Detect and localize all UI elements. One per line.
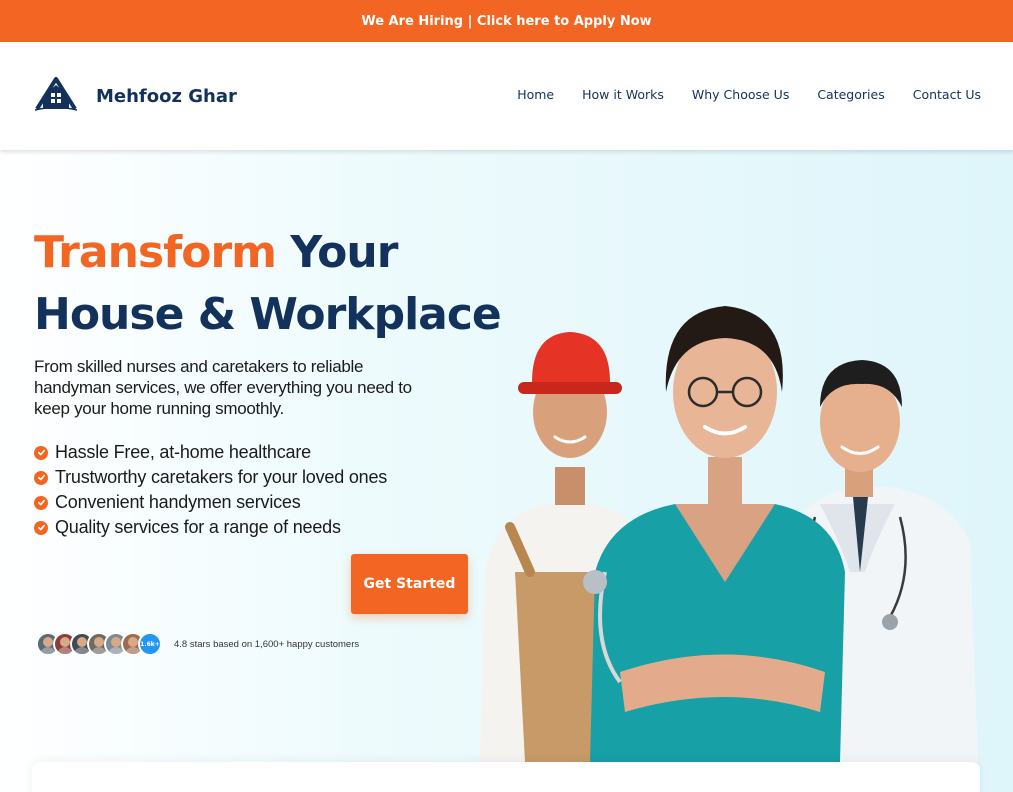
customer-count-badge: 1.6k+ [138, 632, 162, 656]
feature-text: Convenient handymen services [55, 492, 301, 512]
check-circle-icon [34, 445, 48, 460]
hero-headline: Transform Your House & Workplace [34, 222, 502, 346]
logo[interactable] [34, 76, 78, 112]
hiring-announcement-bar[interactable]: We Are Hiring | Click here to Apply Now [0, 0, 1013, 42]
hero-professionals-image [480, 306, 978, 762]
feature-item: Hassle Free, at-home healthcare [34, 440, 387, 465]
feature-text: Quality services for a range of needs [55, 517, 341, 537]
nurse-figure [583, 306, 845, 762]
feature-text: Hassle Free, at-home healthcare [55, 442, 311, 462]
feature-text: Trustworthy caretakers for your loved on… [55, 467, 388, 487]
headline-line1-rest: Your [276, 227, 398, 278]
nav-why-choose-us[interactable]: Why Choose Us [692, 87, 789, 102]
brand-name[interactable]: Mehfooz Ghar [96, 86, 237, 107]
get-started-button[interactable]: Get Started [351, 554, 468, 614]
hiring-announcement-text[interactable]: We Are Hiring | Click here to Apply Now [361, 14, 651, 29]
bottom-card [32, 762, 980, 792]
headline-line2: House & Workplace [34, 289, 502, 340]
site-header: Mehfooz Ghar Home How it Works Why Choos… [0, 42, 1013, 150]
nav-how-it-works[interactable]: How it Works [582, 87, 664, 102]
check-circle-icon [34, 470, 48, 485]
feature-item: Quality services for a range of needs [34, 515, 387, 540]
check-circle-icon [34, 495, 48, 510]
hero-section: Transform Your House & Workplace From sk… [0, 150, 1013, 792]
social-proof: 1.6k+ 4.8 stars based on 1,600+ happy cu… [36, 632, 359, 656]
main-nav: Home How it Works Why Choose Us Categori… [517, 87, 981, 102]
feature-list: Hassle Free, at-home healthcare Trustwor… [34, 440, 387, 540]
nav-categories[interactable]: Categories [817, 87, 884, 102]
nav-contact-us[interactable]: Contact Us [913, 87, 981, 102]
headline-accent: Transform [34, 227, 277, 278]
check-circle-icon [34, 520, 48, 535]
hero-subtext: From skilled nurses and caretakers to re… [34, 357, 412, 418]
house-logo-icon [34, 77, 78, 111]
feature-item: Convenient handymen services [34, 490, 387, 515]
feature-item: Trustworthy caretakers for your loved on… [34, 465, 387, 490]
nav-home[interactable]: Home [517, 87, 554, 102]
customer-avatars: 1.6k+ [36, 632, 162, 656]
rating-text: 4.8 stars based on 1,600+ happy customer… [174, 638, 360, 650]
